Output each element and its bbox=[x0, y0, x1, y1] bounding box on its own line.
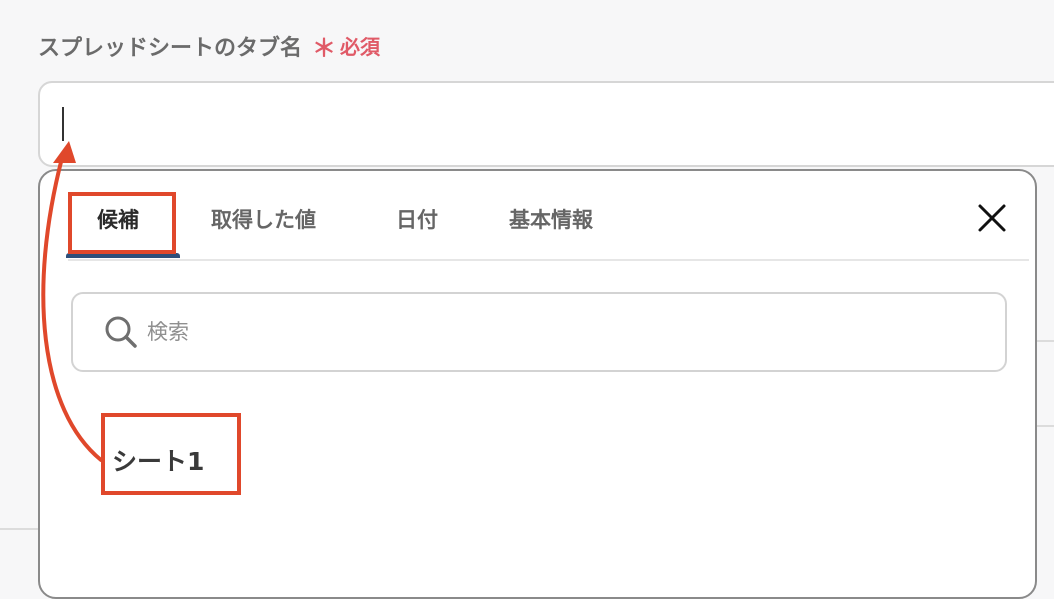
tab-candidates[interactable]: 候補 bbox=[97, 204, 139, 234]
search-box[interactable] bbox=[71, 292, 1007, 372]
search-icon bbox=[105, 316, 137, 348]
tab-date[interactable]: 日付 bbox=[396, 204, 438, 234]
search-input[interactable] bbox=[147, 312, 947, 352]
tab-name-input[interactable] bbox=[38, 81, 1054, 167]
active-tab-indicator bbox=[66, 253, 180, 258]
text-caret bbox=[62, 107, 64, 141]
required-label: 必須 bbox=[340, 35, 381, 59]
tab-basic-info[interactable]: 基本情報 bbox=[509, 204, 593, 234]
background-divider bbox=[1037, 340, 1054, 342]
required-asterisk: ＊ bbox=[312, 34, 337, 62]
suggestion-popup: 候補 取得した値 日付 基本情報 シート1 bbox=[38, 169, 1037, 599]
close-x-icon bbox=[978, 204, 1006, 232]
field-label: スプレッドシートのタブ名 bbox=[38, 35, 303, 61]
tabs-divider bbox=[68, 259, 1029, 261]
background-divider bbox=[1037, 425, 1054, 427]
close-button[interactable] bbox=[973, 199, 1011, 237]
background-divider bbox=[0, 528, 38, 530]
tab-retrieved-values[interactable]: 取得した値 bbox=[211, 204, 316, 234]
field-label-row: スプレッドシートのタブ名 ＊ 必須 bbox=[38, 28, 380, 63]
candidate-item[interactable]: シート1 bbox=[112, 442, 204, 478]
